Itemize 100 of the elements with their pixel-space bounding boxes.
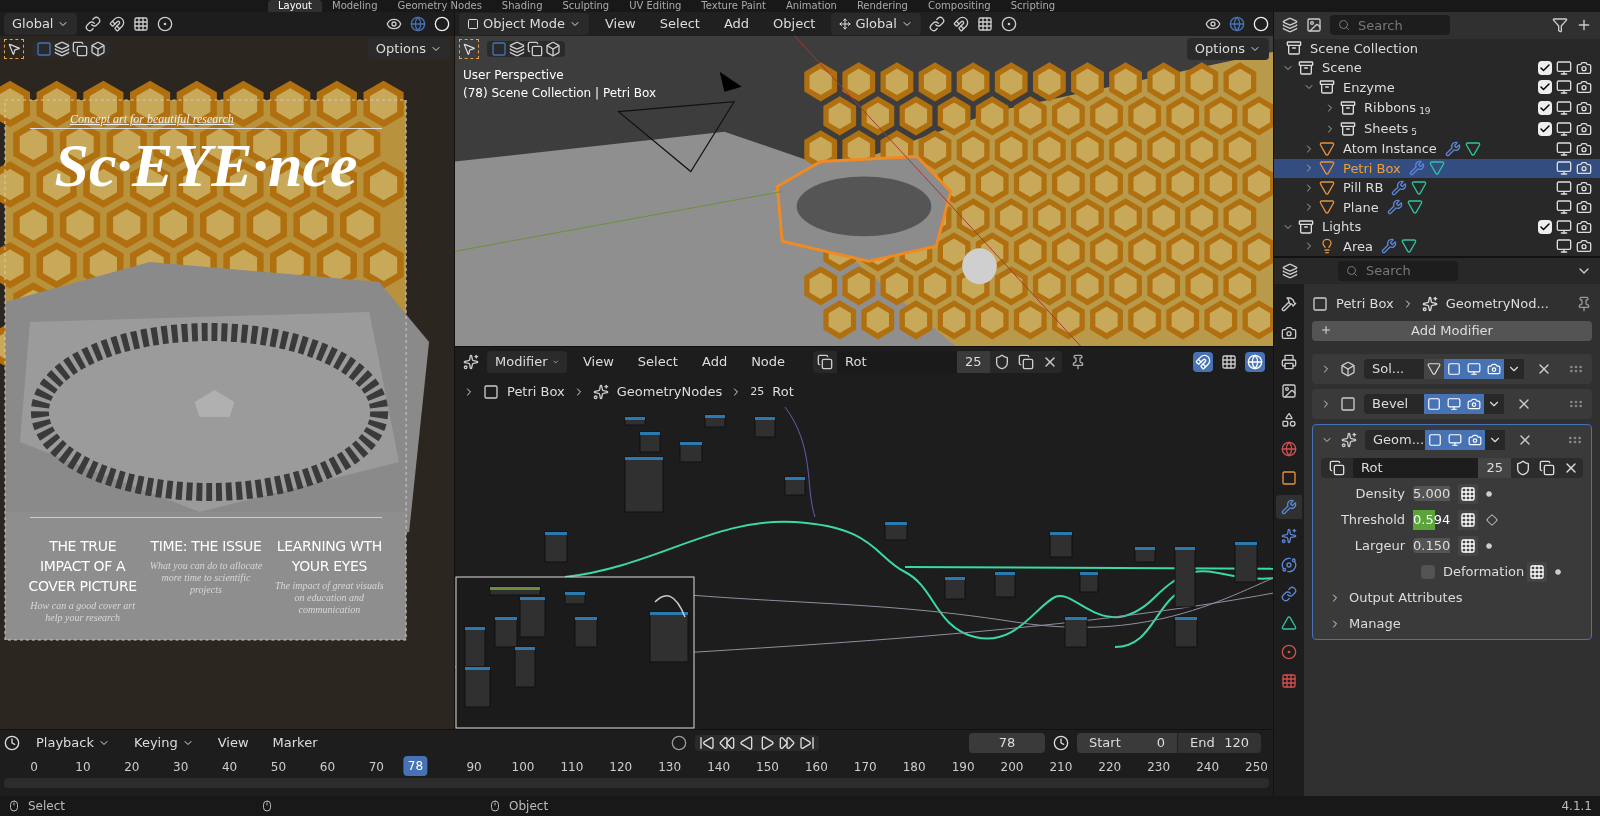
field-label: Threshold [1339,511,1405,530]
breadcrumb-item: GeometryNod... [1445,295,1549,314]
workspace-tab[interactable]: Compositing [917,0,1001,12]
frame-number: 170 [853,759,877,776]
frame-number: 60 [319,759,336,776]
menu-item[interactable]: Marker [264,733,326,753]
menu-item[interactable]: Select [629,352,686,372]
add-modifier-button[interactable]: Add Modifier [1312,321,1592,341]
outliner-row[interactable]: Atom Instance [1274,139,1600,159]
frame-number: 160 [804,759,828,776]
menu-item[interactable]: Add [693,352,736,372]
frame-number: 70 [368,759,384,776]
frame-number: 240 [1196,759,1220,776]
menu-item[interactable]: View [575,352,622,372]
menu-item[interactable]: View [209,733,257,753]
breadcrumb-item: Petri Box [1336,295,1394,314]
user-count: 25 [750,383,765,400]
outliner-row[interactable]: Pill RB [1274,178,1600,198]
outliner-row[interactable]: Lights [1274,217,1600,237]
workspace-tab[interactable]: Texture Paint [691,0,776,12]
workspace-tab[interactable]: Animation [775,0,847,12]
workspace-tab[interactable]: Sculpting [552,0,620,12]
frame-number: 220 [1098,759,1122,776]
frame-number: 30 [173,759,189,776]
menu-dropdown[interactable]: Playback [28,732,118,754]
frame-number: 230 [1147,759,1171,776]
outliner-name: Scene [1322,59,1362,77]
number-field[interactable]: 5.000 [1413,486,1451,501]
transform-dropdown[interactable]: Global [831,13,921,35]
outliner-row[interactable]: Ribbons 19 [1274,97,1600,118]
outliner-name: Sheets [1364,119,1409,138]
modifier-name-field[interactable]: Sol... [1364,359,1424,379]
menu-dropdown[interactable]: Keying [126,732,202,754]
status-hint: Object [509,798,549,815]
status-hint: Select [28,798,66,815]
frame-number: 200 [1000,759,1024,776]
version-label: 4.1.1 [1561,798,1592,815]
workspace-tab[interactable]: Modeling [322,0,388,12]
frame-number: 20 [124,759,140,776]
menu-item[interactable]: Select [651,13,708,35]
frame-number: 50 [270,759,287,776]
outliner-name: Ribbons [1364,98,1417,117]
frame-number: 90 [466,759,482,776]
frame-number: 120 [609,759,633,776]
number-field[interactable]: 0.150 [1413,538,1451,553]
breadcrumb-item: Petri Box [507,383,565,402]
subpanel-header[interactable]: Manage [1321,614,1583,634]
outliner-name: Pill RB [1343,179,1384,197]
outliner-row[interactable]: Area [1274,236,1600,256]
slider-field[interactable]: 0.594 [1413,510,1451,530]
workspace-tab[interactable]: Shading [491,0,553,12]
frame-number: 150 [756,759,779,776]
node-group-field[interactable]: Rot [1353,458,1479,478]
modifier-name-field[interactable]: Geom... [1365,430,1425,450]
outliner-row[interactable]: Enzyme [1274,77,1600,97]
search-field[interactable]: Search [1330,15,1450,36]
child-count: 5 [1411,125,1418,139]
field-label: Density [1354,485,1405,504]
workspace-tab[interactable]: Scripting [1000,0,1066,12]
workspace-tab[interactable]: Layout [268,0,322,12]
outliner-name: Scene Collection [1310,39,1419,58]
playhead[interactable]: 78 [403,756,428,776]
outliner-row[interactable]: Sheets 5 [1274,118,1600,139]
frame-number: 0 [30,759,38,776]
outliner-name: Area [1343,237,1373,256]
modifier-name-field[interactable]: Bevel [1364,394,1424,414]
workspace-tab[interactable]: Rendering [846,0,918,12]
current-frame-field[interactable]: 78 [969,733,1045,753]
options-dropdown[interactable]: Options [1186,38,1269,60]
outliner-row[interactable]: Plane [1274,197,1600,217]
frame-number: 180 [902,759,926,776]
frame-number: 40 [221,759,238,776]
outliner-name: Enzyme [1343,78,1395,97]
menu-item[interactable]: Node [743,352,794,372]
mode-dropdown[interactable]: Object Mode [459,13,589,35]
frame-number: 100 [511,759,535,776]
subpanel-header[interactable]: Output Attributes [1321,588,1583,608]
user-count: 25 [957,351,990,373]
outliner-name: Petri Box [1343,159,1401,178]
child-count: 19 [1419,104,1431,118]
node-group-name[interactable]: Rot [837,351,958,373]
outliner-name: Plane [1343,198,1379,217]
end-frame-field[interactable]: End 120 [1177,733,1261,753]
outliner-name: Lights [1322,218,1362,236]
outliner-name: Atom Instance [1343,140,1437,158]
outliner-row[interactable]: Petri Box [1274,158,1600,178]
workspace-tab[interactable]: Geometry Nodes [387,0,492,12]
menu-item[interactable]: View [596,13,644,35]
menu-item[interactable]: Add [715,13,758,35]
search-field[interactable]: Search [1338,261,1458,281]
workspace-tab[interactable]: UV Editing [619,0,692,12]
field-label: Largeur [1353,537,1405,556]
frame-number: 110 [560,759,584,776]
user-count: 25 [1478,458,1511,478]
outliner-row[interactable]: Scene [1274,58,1600,78]
start-frame-field[interactable]: Start 0 [1077,733,1177,753]
checkbox-label: Deformation [1443,563,1525,582]
menu-item[interactable]: Object [765,13,824,35]
frame-number: 10 [75,759,91,776]
editor-type-dropdown[interactable]: Modifier [487,351,567,373]
